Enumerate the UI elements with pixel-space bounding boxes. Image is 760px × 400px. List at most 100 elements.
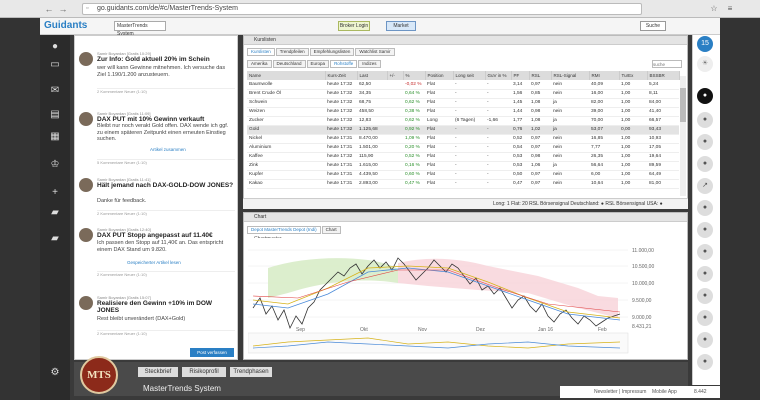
feed-post[interactable]: Samir Boyardan [Gratis 11:41] Hält jeman…: [75, 176, 237, 226]
post-title[interactable]: Hält jemand nach DAX-GOLD-DOW JONES?: [97, 182, 235, 189]
scrollbar-thumb[interactable]: [680, 88, 686, 122]
avatar[interactable]: ●: [697, 200, 713, 216]
feed-post[interactable]: Samir Boyardan [Gratis 12:40] DAX PUT St…: [75, 226, 237, 292]
tab-kurslisten[interactable]: Kurslisten: [247, 48, 275, 56]
column-header[interactable]: Long seit: [453, 71, 486, 80]
monitor-icon[interactable]: ▭: [48, 58, 62, 72]
trophy-icon[interactable]: ♔: [48, 158, 62, 172]
badge-icon[interactable]: 15: [697, 36, 713, 52]
post-footer[interactable]: 2 Kommentare Neuer (1:10): [97, 271, 235, 277]
feed-post[interactable]: Samir Boyardan [Gratis 11:09] DAX PUT mi…: [75, 110, 237, 176]
column-header[interactable]: RSL: [529, 71, 552, 80]
tab-risikoprofil[interactable]: Risikoprofil: [182, 367, 226, 377]
column-header[interactable]: TurEx: [619, 71, 648, 80]
post-link[interactable]: Gespeicherter Artikel lesen: [127, 260, 181, 265]
tab-trendphasen[interactable]: Trendphasen: [230, 367, 272, 377]
post-link[interactable]: Artikel zusammen: [150, 147, 186, 152]
bulb-icon[interactable]: ☀: [697, 56, 713, 72]
post-footer[interactable]: 2 Kommentare Neuer (1:10): [97, 330, 235, 336]
chart-icon[interactable]: ↗: [697, 178, 713, 194]
search-button[interactable]: Suche: [640, 21, 666, 31]
column-header[interactable]: RSL-Signal: [551, 71, 590, 80]
table-row[interactable]: Weizen heute 17:32 458,50 0,38 % Flat - -1,44 0…: [247, 107, 679, 117]
avatar[interactable]: ●: [697, 156, 713, 172]
plus-icon[interactable]: +: [48, 186, 62, 200]
post-title[interactable]: Zur Info: Gold aktuell 20% im Schein: [97, 56, 235, 63]
subtab-indizes[interactable]: Indizes: [358, 60, 381, 68]
arrow-left-icon[interactable]: ←: [44, 4, 54, 14]
search-input[interactable]: [652, 60, 682, 68]
table-cell: nein: [551, 143, 589, 153]
star-icon[interactable]: ☆: [706, 3, 722, 14]
avatar[interactable]: ●: [697, 112, 713, 128]
tab-depot[interactable]: Depot MasterTrends Depot (Indi): [247, 226, 321, 234]
post-footer[interactable]: 5 Kommentare Neuer (1:10): [97, 159, 235, 165]
feed-post[interactable]: Samir Boyardan [Gratis 15:07] Realisiere…: [75, 294, 237, 344]
post-title[interactable]: DAX PUT Stopp angepasst auf 11.40€: [97, 232, 235, 239]
column-header[interactable]: BSSBR: [647, 71, 680, 80]
avatar[interactable]: ●: [697, 310, 713, 326]
post-footer[interactable]: 2 Kommentare Neuer (1:10): [97, 88, 235, 94]
column-header[interactable]: Name: [247, 71, 326, 80]
column-header[interactable]: %: [403, 71, 426, 80]
column-header[interactable]: GuV in %: [485, 71, 512, 80]
table-cell: ja: [551, 161, 589, 171]
table-row[interactable]: Aluminium heute 17:31 1.501,00 0,20 % Flat - -…: [247, 143, 679, 153]
guidants-logo[interactable]: Guidants: [44, 20, 87, 31]
price-chart[interactable]: 11.000,00 10.500,00 10.000,00 9.500,00 9…: [248, 238, 686, 356]
avatar[interactable]: ●: [697, 288, 713, 304]
table-row[interactable]: Gold heute 17:32 1.125,68 0,92 % Flat - -0,76 1…: [247, 125, 679, 135]
gear-icon[interactable]: ⚙: [48, 366, 62, 380]
column-header[interactable]: Last: [357, 71, 388, 80]
table-row[interactable]: Schwein heute 17:32 68,75 0,62 % Flat - -1,45 1…: [247, 98, 679, 108]
table-row[interactable]: Zink heute 17:31 1.615,00 0,16 % Flat - -0,53 1…: [247, 161, 679, 171]
avatar[interactable]: ●: [697, 88, 713, 104]
avatar[interactable]: ●: [697, 222, 713, 238]
avatar[interactable]: ●: [48, 40, 62, 54]
table-row[interactable]: Kaffee heute 17:32 115,90 0,52 % Flat - -0,53 0…: [247, 152, 679, 162]
subtab-europa[interactable]: Europa: [306, 60, 330, 68]
footer-links[interactable]: Newsletter | Impressum: [594, 386, 646, 398]
tab-chart[interactable]: Chart: [321, 226, 341, 234]
folder-icon[interactable]: ▰: [48, 232, 62, 246]
mobile-app-link[interactable]: Mobile App: [652, 386, 677, 398]
feed-post[interactable]: Samir Boyardan [Gratis 10:29] Zur Info: …: [75, 50, 237, 106]
subtab-rohstoffe[interactable]: Rohstoffe: [330, 60, 358, 68]
table-row[interactable]: Brent Crude Öl heute 17:32 34,35 0,64 % Flat…: [247, 89, 679, 99]
post-footer[interactable]: 2 Kommentare Neuer (1:10): [97, 210, 235, 216]
table-row[interactable]: Kakao heute 17:31 2.893,00 0,47 % Flat - -0,47…: [247, 179, 679, 189]
avatar[interactable]: ●: [697, 134, 713, 150]
table-row[interactable]: Nickel heute 17:31 8.470,00 1,09 % Flat - -0,5…: [247, 134, 679, 144]
avatar[interactable]: ●: [697, 244, 713, 260]
column-header[interactable]: Position: [425, 71, 454, 80]
avatar[interactable]: ●: [697, 332, 713, 348]
column-header[interactable]: RMI: [589, 71, 620, 80]
broker-login-button[interactable]: Broker Login: [338, 21, 370, 31]
market-button[interactable]: Market: [386, 21, 416, 31]
tab-watchlist[interactable]: Watchlist Samir: [355, 48, 395, 56]
table-row[interactable]: Baumwolle heute 17:32 62,50 -0,02 % Flat - -3,…: [247, 80, 679, 90]
menu-icon[interactable]: ≡: [722, 3, 738, 14]
folder-icon[interactable]: ▰: [48, 206, 62, 220]
post-title[interactable]: DAX PUT mit 10% Gewinn verkauft: [97, 116, 235, 123]
subtab-deutschland[interactable]: Deutschland: [272, 60, 306, 68]
tab-empfehlungslisten[interactable]: Empfehlungslisten: [309, 48, 355, 56]
chat-icon[interactable]: ✉: [48, 84, 62, 98]
subtab-amerika[interactable]: Amerika: [247, 60, 272, 68]
column-header[interactable]: Kurs-Zeit: [325, 71, 358, 80]
compose-post-button[interactable]: Post verfassen: [190, 348, 234, 357]
column-header[interactable]: +/-: [387, 71, 404, 80]
arrow-right-icon[interactable]: →: [58, 4, 68, 14]
tab-steckbrief[interactable]: Steckbrief: [138, 367, 178, 377]
table-row[interactable]: Zucker heute 17:32 12,83 0,62 % Long (6 Tagen…: [247, 116, 679, 126]
column-header[interactable]: PF: [511, 71, 530, 80]
post-title[interactable]: Realisiere den Gewinn +10% im DOW JONES: [97, 300, 235, 314]
table-row[interactable]: Kupfer heute 17:31 4.439,50 0,60 % Flat - -0,5…: [247, 170, 679, 180]
address-bar[interactable]: go.guidants.com/de/#c/MasterTrends-Syste…: [82, 3, 642, 15]
avatar[interactable]: ●: [697, 266, 713, 282]
workspace-select[interactable]: MasterTrends System: [114, 21, 166, 37]
chart-icon[interactable]: ▤: [48, 108, 62, 122]
avatar[interactable]: ●: [697, 354, 713, 370]
tab-trendpfeilen[interactable]: Trendpfeilen: [275, 48, 309, 56]
calendar-icon[interactable]: ▦: [48, 130, 62, 144]
